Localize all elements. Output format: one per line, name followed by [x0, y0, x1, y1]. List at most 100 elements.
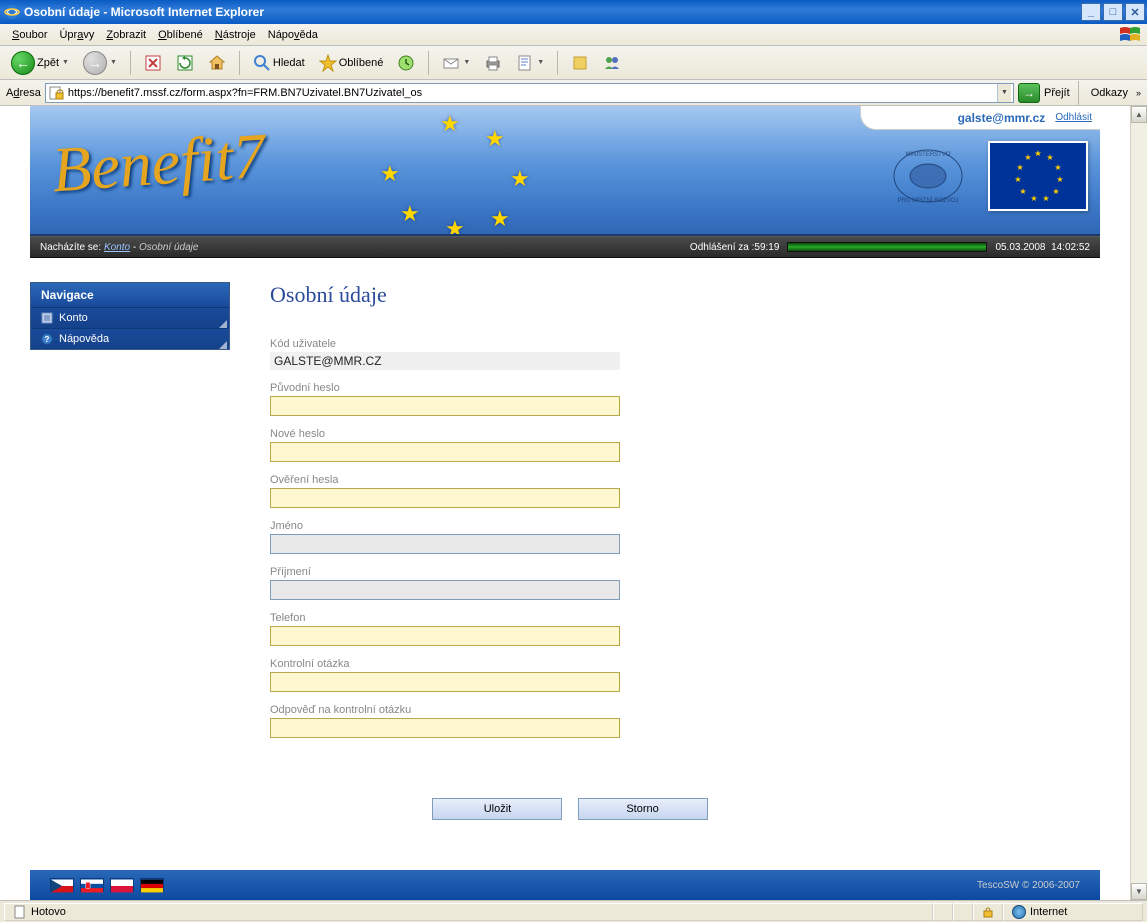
- breadcrumb-link-konto[interactable]: Konto: [104, 242, 130, 253]
- people-icon: [603, 54, 621, 72]
- menu-nastroje[interactable]: Nástroje: [209, 27, 262, 43]
- menu-zobrazit[interactable]: Zobrazit: [100, 27, 152, 43]
- phone-label: Telefon: [270, 612, 1080, 624]
- eu-flag: ★★★★★★★★★★★★: [988, 141, 1088, 211]
- svg-text:★: ★: [1046, 153, 1053, 162]
- svg-text:★: ★: [1030, 194, 1037, 203]
- note-button[interactable]: [566, 51, 594, 75]
- logout-timer: Odhlášení za :59:19: [690, 242, 780, 253]
- minimize-button[interactable]: _: [1081, 3, 1101, 21]
- status-cell: [933, 903, 953, 921]
- user-tab: galste@mmr.cz Odhlásit: [860, 106, 1100, 130]
- timer-progress-bar: [787, 242, 987, 252]
- firstname-label: Jméno: [270, 520, 1080, 532]
- banner: Benefit7 ★ ★ ★ ★ ★ ★ ★ galste@mmr.cz Odh…: [30, 106, 1100, 236]
- window-titlebar: Osobní údaje - Microsoft Internet Explor…: [0, 0, 1147, 24]
- links-label[interactable]: Odkazy: [1087, 87, 1132, 99]
- lastname-input[interactable]: [270, 580, 620, 600]
- svg-text:★: ★: [1016, 163, 1023, 172]
- sidebar: Navigace Konto ? Nápověda: [30, 258, 230, 860]
- status-lock: [973, 903, 1003, 921]
- security-zone: Internet: [1003, 903, 1143, 921]
- cancel-button[interactable]: Storno: [578, 798, 708, 820]
- answer-input[interactable]: [270, 718, 620, 738]
- svg-text:?: ?: [45, 335, 50, 344]
- forward-button[interactable]: → ▼: [78, 48, 122, 78]
- internet-zone-icon: [1012, 905, 1026, 919]
- orig-pass-label: Původní heslo: [270, 382, 1080, 394]
- verify-pass-input[interactable]: [270, 488, 620, 508]
- menubar: Soubor Úpravy Zobrazit Oblíbené Nástroje…: [0, 24, 1147, 46]
- scroll-track[interactable]: [1131, 123, 1147, 883]
- copyright: TescoSW © 2006-2007: [977, 880, 1080, 891]
- mail-button[interactable]: ▼: [437, 51, 475, 75]
- vertical-scrollbar[interactable]: ▲ ▼: [1130, 106, 1147, 900]
- windows-flag-icon: [1119, 26, 1141, 44]
- url-text: https://benefit7.mssf.cz/form.aspx?fn=FR…: [68, 87, 993, 99]
- search-button[interactable]: Hledat: [248, 51, 310, 75]
- chevron-down-icon[interactable]: ▼: [62, 59, 69, 66]
- maximize-button[interactable]: □: [1103, 3, 1123, 21]
- mail-icon: [442, 54, 460, 72]
- breadcrumb-current: Osobní údaje: [139, 242, 199, 253]
- flag-pl[interactable]: [110, 878, 134, 892]
- close-button[interactable]: ✕: [1125, 3, 1145, 21]
- flag-sk[interactable]: [80, 878, 104, 892]
- datetime: 05.03.2008 14:02:52: [995, 242, 1090, 253]
- back-button[interactable]: ← Zpět ▼: [6, 48, 74, 78]
- breadcrumb-prefix: Nacházíte se:: [40, 242, 101, 253]
- svg-text:MINISTERSTVO: MINISTERSTVO: [905, 152, 950, 158]
- logout-link[interactable]: Odhlásit: [1055, 112, 1092, 123]
- messenger-button[interactable]: [598, 51, 626, 75]
- note-icon: [571, 54, 589, 72]
- print-icon: [484, 54, 502, 72]
- account-icon: [41, 312, 53, 324]
- flag-de[interactable]: [140, 878, 164, 892]
- question-input[interactable]: [270, 672, 620, 692]
- stop-button[interactable]: [139, 51, 167, 75]
- home-button[interactable]: [203, 51, 231, 75]
- edit-button[interactable]: ▼: [511, 51, 549, 75]
- menu-upravy[interactable]: Úpravy: [53, 27, 100, 43]
- menu-oblibene[interactable]: Oblíbené: [152, 27, 209, 43]
- flag-cz[interactable]: [50, 878, 74, 892]
- forward-icon: →: [83, 51, 107, 75]
- answer-label: Odpověď na kontrolní otázku: [270, 704, 1080, 716]
- url-input-box[interactable]: https://benefit7.mssf.cz/form.aspx?fn=FR…: [45, 83, 1014, 103]
- search-icon: [253, 54, 271, 72]
- go-button[interactable]: →: [1018, 83, 1040, 103]
- orig-pass-input[interactable]: [270, 396, 620, 416]
- chevron-down-icon[interactable]: ▼: [110, 59, 117, 66]
- address-label: Adresa: [6, 87, 41, 99]
- phone-input[interactable]: [270, 626, 620, 646]
- edit-icon: [516, 54, 534, 72]
- history-button[interactable]: [392, 51, 420, 75]
- toolbar: ← Zpět ▼ → ▼ Hledat Oblíbené ▼ ▼: [0, 46, 1147, 80]
- page-lock-icon: [48, 85, 64, 101]
- print-button[interactable]: [479, 51, 507, 75]
- menu-napoveda[interactable]: Nápověda: [262, 27, 324, 43]
- new-pass-input[interactable]: [270, 442, 620, 462]
- ministry-logo: MINISTERSTVOPRO MÍSTNÍ ROZVOJ: [888, 144, 968, 208]
- url-dropdown[interactable]: ▼: [997, 84, 1011, 102]
- scroll-up-button[interactable]: ▲: [1131, 106, 1147, 123]
- browser-statusbar: Hotovo Internet: [0, 900, 1147, 922]
- nav-item-konto[interactable]: Konto: [31, 307, 229, 328]
- breadcrumb-bar: Nacházíte se: Konto - Osobní údaje Odhlá…: [30, 236, 1100, 258]
- lastname-label: Příjmení: [270, 566, 1080, 578]
- favorites-button[interactable]: Oblíbené: [314, 51, 389, 75]
- status-text: Hotovo: [4, 903, 933, 921]
- scroll-down-button[interactable]: ▼: [1131, 883, 1147, 900]
- svg-text:★: ★: [1014, 175, 1021, 184]
- nav-item-napoveda[interactable]: ? Nápověda: [31, 328, 229, 349]
- menu-soubor[interactable]: Soubor: [6, 27, 53, 43]
- code-label: Kód uživatele: [270, 338, 1080, 350]
- lock-icon: [982, 906, 994, 918]
- star-icon: [319, 54, 337, 72]
- page-title: Osobní údaje: [270, 282, 1080, 308]
- save-button[interactable]: Uložit: [432, 798, 562, 820]
- firstname-input[interactable]: [270, 534, 620, 554]
- refresh-button[interactable]: [171, 51, 199, 75]
- svg-text:★: ★: [1056, 175, 1063, 184]
- links-expand-icon[interactable]: »: [1136, 88, 1141, 98]
